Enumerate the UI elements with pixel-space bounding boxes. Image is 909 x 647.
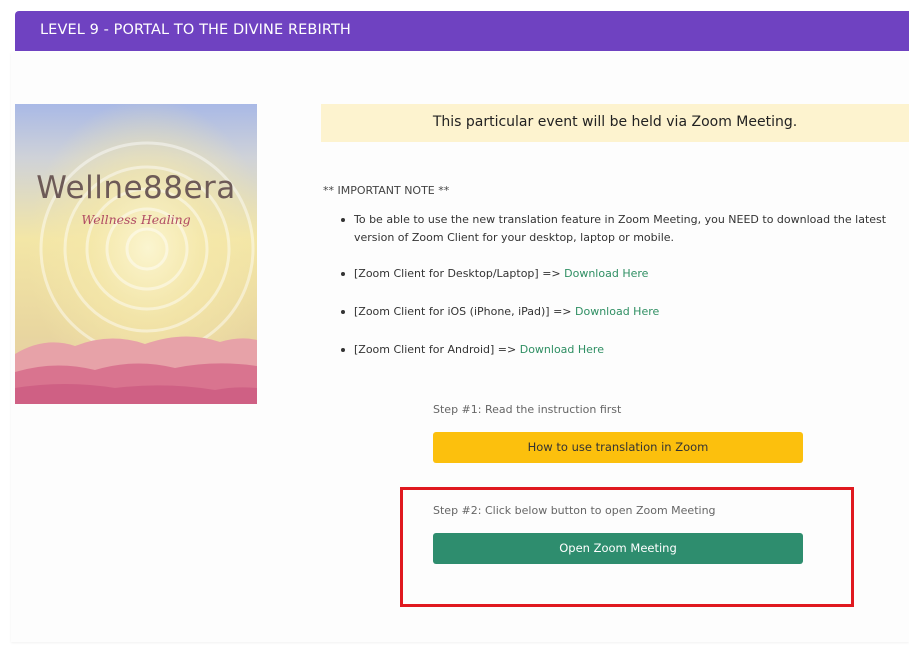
page-title: LEVEL 9 - PORTAL TO THE DIVINE REBIRTH [40, 22, 351, 38]
list-item: [Zoom Client for Desktop/Laptop] => Down… [341, 265, 909, 283]
important-note-list: To be able to use the new translation fe… [341, 211, 909, 359]
zoom-notice-banner: This particular event will be held via Z… [321, 104, 909, 142]
download-android-link[interactable]: Download Here [520, 343, 604, 356]
brand-logo-text: Wellne88era [36, 170, 236, 206]
notice-text: This particular event will be held via Z… [432, 114, 798, 130]
download-desktop-link[interactable]: Download Here [564, 267, 648, 280]
page-header: LEVEL 9 - PORTAL TO THE DIVINE REBIRTH [15, 11, 909, 51]
translation-guide-button[interactable]: How to use translation in Zoom [433, 432, 803, 463]
list-item-text: To be able to use the new translation fe… [354, 213, 887, 244]
list-item: [Zoom Client for iOS (iPhone, iPad)] => … [341, 303, 909, 321]
step2-label: Step #2: Click below button to open Zoom… [433, 504, 716, 517]
download-ios-link[interactable]: Download Here [575, 305, 659, 318]
page: LEVEL 9 - PORTAL TO THE DIVINE REBIRTH W… [0, 0, 909, 647]
list-item-text: [Zoom Client for Desktop/Laptop] => [354, 267, 565, 280]
brand-tagline: Wellness Healing [81, 212, 191, 227]
list-item: To be able to use the new translation fe… [341, 211, 909, 247]
list-item: [Zoom Client for Android] => Download He… [341, 341, 909, 359]
step1-label: Step #1: Read the instruction first [433, 403, 622, 416]
important-note-heading: ** IMPORTANT NOTE ** [323, 184, 450, 197]
cover-artwork [15, 104, 257, 404]
list-item-text: [Zoom Client for iOS (iPhone, iPad)] => [354, 305, 575, 318]
open-zoom-meeting-button[interactable]: Open Zoom Meeting [433, 533, 803, 564]
event-cover-image: Wellne88era Wellness Healing [15, 104, 257, 404]
list-item-text: [Zoom Client for Android] => [354, 343, 520, 356]
